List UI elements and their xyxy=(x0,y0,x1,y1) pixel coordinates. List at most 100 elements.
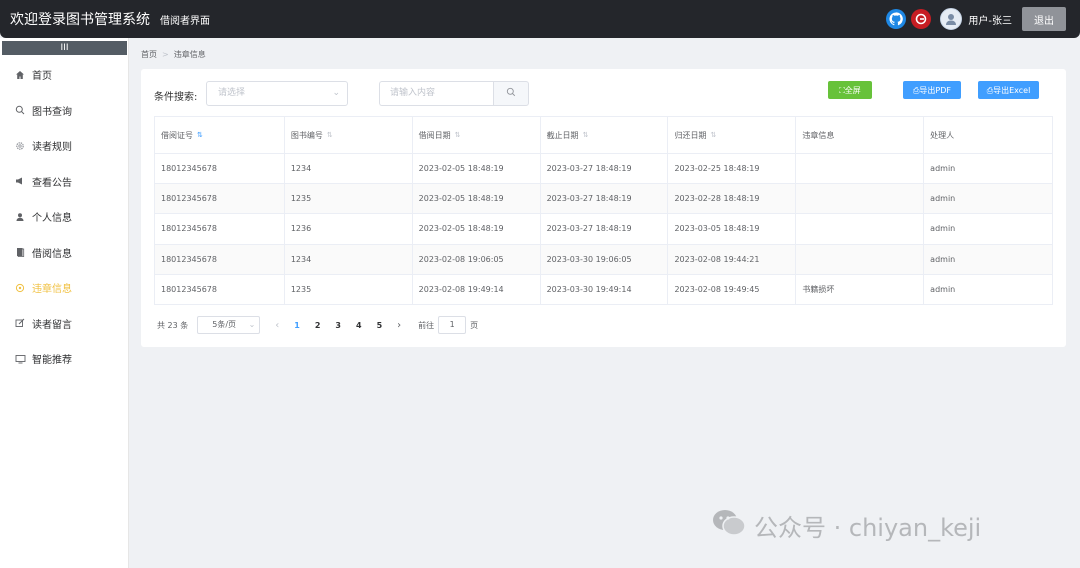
table-cell: 2023-03-30 19:06:05 xyxy=(540,244,669,275)
table-cell: 2023-02-25 18:48:19 xyxy=(667,153,797,185)
sidebar-item-label: 违章信息 xyxy=(32,284,72,296)
goto-label: 前往 xyxy=(418,320,435,330)
sidebar: III 首页 图书查询 读者规则 查看公告 个人信息 借阅信息 违章信息 读者留… xyxy=(0,38,129,568)
sidebar-item-profile[interactable]: 个人信息 xyxy=(0,199,128,235)
table-cell: 2023-02-08 19:06:05 xyxy=(412,244,541,275)
sort-icon[interactable]: ⇅ xyxy=(455,131,461,139)
page-number[interactable]: 2 xyxy=(315,321,321,330)
sidebar-item-label: 读者留言 xyxy=(32,319,72,331)
app-subtitle: 借阅者界面 xyxy=(160,15,210,27)
top-header: 欢迎登录图书管理系统 借阅者界面 用户-张三 退出 xyxy=(0,0,1080,38)
table-cell: 2023-02-08 19:49:14 xyxy=(412,274,541,305)
table-cell: admin xyxy=(923,183,1053,215)
monitor-icon xyxy=(14,353,26,365)
main-card: 条件搜索: 请选择 ⌄ 请输入内容 ⛶全屏 ⎙导出PDF ⎙导出Excel 借阅… xyxy=(141,69,1066,347)
column-header: 处理人 xyxy=(923,116,1053,154)
breadcrumb: 首页 > 违章信息 xyxy=(141,49,206,60)
chevron-down-icon: ⌄ xyxy=(248,320,256,329)
prev-page-icon[interactable]: ‹ xyxy=(275,320,279,331)
logout-button[interactable]: 退出 xyxy=(1022,7,1066,31)
github-icon[interactable] xyxy=(886,9,907,29)
breadcrumb-home[interactable]: 首页 xyxy=(141,49,157,60)
gear-icon xyxy=(14,140,26,152)
page-number[interactable]: 1 xyxy=(294,321,300,330)
table-cell: 1236 xyxy=(284,213,413,245)
sidebar-item-reader-rules[interactable]: 读者规则 xyxy=(0,128,128,164)
export-excel-button[interactable]: ⎙导出Excel xyxy=(978,81,1039,99)
page-size-select[interactable]: 5条/页 ⌄ xyxy=(197,316,261,334)
sidebar-item-label: 个人信息 xyxy=(32,213,72,225)
wechat-icon xyxy=(712,509,746,543)
search-button[interactable] xyxy=(493,81,529,106)
table-row: 18012345678 1234 2023-02-08 19:06:05 202… xyxy=(154,244,1053,275)
watermark: 公众号 · chiyan_keji xyxy=(712,508,981,543)
avatar[interactable] xyxy=(940,8,963,30)
table-cell: 2023-02-05 18:48:19 xyxy=(412,153,541,185)
sidebar-item-borrow-info[interactable]: 借阅信息 xyxy=(0,235,128,271)
sort-icon[interactable]: ⇅ xyxy=(583,131,589,139)
column-header[interactable]: 截止日期 ⇅ xyxy=(540,116,669,154)
sidebar-item-announcements[interactable]: 查看公告 xyxy=(0,164,128,200)
table-cell xyxy=(795,183,925,215)
document-icon xyxy=(14,246,26,258)
table-cell: admin xyxy=(923,274,1053,305)
table-cell: 18012345678 xyxy=(154,183,285,215)
sidebar-item-home[interactable]: 首页 xyxy=(0,57,128,93)
table-cell: 1234 xyxy=(284,244,413,275)
table-row: 18012345678 1235 2023-02-08 19:49:14 202… xyxy=(154,274,1053,305)
search-icon xyxy=(506,87,516,100)
table-cell: admin xyxy=(923,153,1053,185)
pagination: 共 23 条 5条/页 ⌄ ‹ 1 2 3 4 5 › 前往 1 页 xyxy=(157,316,478,334)
sort-icon[interactable]: ⇅ xyxy=(327,131,333,139)
next-page-icon[interactable]: › xyxy=(397,320,401,331)
sidebar-item-recommend[interactable]: 智能推荐 xyxy=(0,341,128,377)
goto-page-input[interactable]: 1 xyxy=(438,316,467,334)
sidebar-item-book-search[interactable]: 图书查询 xyxy=(0,93,128,129)
filter-label: 条件搜索: xyxy=(154,92,198,103)
search-input[interactable]: 请输入内容 xyxy=(379,81,493,106)
column-header[interactable]: 借阅证号 ⇅ xyxy=(154,116,285,154)
sidebar-item-label: 智能推荐 xyxy=(32,355,72,367)
page-number[interactable]: 3 xyxy=(335,321,341,330)
table-cell xyxy=(795,153,925,185)
megaphone-icon xyxy=(14,175,26,187)
sort-icon[interactable]: ⇅ xyxy=(710,131,716,139)
table-row: 18012345678 1235 2023-02-05 18:48:19 202… xyxy=(154,183,1053,215)
column-header[interactable]: 归还日期 ⇅ xyxy=(667,116,797,154)
sidebar-item-label: 查看公告 xyxy=(32,177,72,189)
table-cell: 2023-02-05 18:48:19 xyxy=(412,213,541,245)
home-icon xyxy=(14,69,26,81)
table-cell: 18012345678 xyxy=(154,274,285,305)
table-cell xyxy=(795,213,925,245)
search-icon xyxy=(14,104,26,116)
condition-select[interactable]: 请选择 ⌄ xyxy=(206,81,348,106)
table-cell: 2023-02-08 19:44:21 xyxy=(667,244,797,275)
table-cell: 2023-03-27 18:48:19 xyxy=(540,153,669,185)
table-cell: 1235 xyxy=(284,274,413,305)
fullscreen-button[interactable]: ⛶全屏 xyxy=(828,81,872,99)
sidebar-item-violations[interactable]: 违章信息 xyxy=(0,270,128,306)
chevron-down-icon: ⌄ xyxy=(332,88,340,98)
page-number[interactable]: 4 xyxy=(356,321,362,330)
sidebar-item-label: 借阅信息 xyxy=(32,248,72,260)
goto-suffix: 页 xyxy=(470,320,479,330)
sort-icon[interactable]: ⇅ xyxy=(197,131,203,139)
table-cell: 18012345678 xyxy=(154,213,285,245)
export-pdf-button[interactable]: ⎙导出PDF xyxy=(903,81,961,99)
breadcrumb-current: 违章信息 xyxy=(173,50,206,59)
table-cell: 18012345678 xyxy=(154,153,285,185)
table-cell: 1234 xyxy=(284,153,413,185)
column-header[interactable]: 借阅日期 ⇅ xyxy=(412,116,541,154)
gitee-icon[interactable] xyxy=(911,9,932,29)
watermark-text: 公众号 · chiyan_keji xyxy=(754,514,982,542)
sidebar-item-messages[interactable]: 读者留言 xyxy=(0,306,128,342)
table-cell: 2023-03-27 18:48:19 xyxy=(540,213,669,245)
column-header[interactable]: 图书编号 ⇅ xyxy=(284,116,413,154)
page-number[interactable]: 5 xyxy=(377,321,383,330)
sidebar-collapse-toggle[interactable]: III xyxy=(2,41,127,55)
table-row: 18012345678 1236 2023-02-05 18:48:19 202… xyxy=(154,213,1053,245)
sidebar-item-label: 首页 xyxy=(32,71,52,83)
table-cell: 18012345678 xyxy=(154,244,285,275)
table-cell: admin xyxy=(923,244,1053,275)
user-name[interactable]: 用户-张三 xyxy=(968,12,1012,27)
